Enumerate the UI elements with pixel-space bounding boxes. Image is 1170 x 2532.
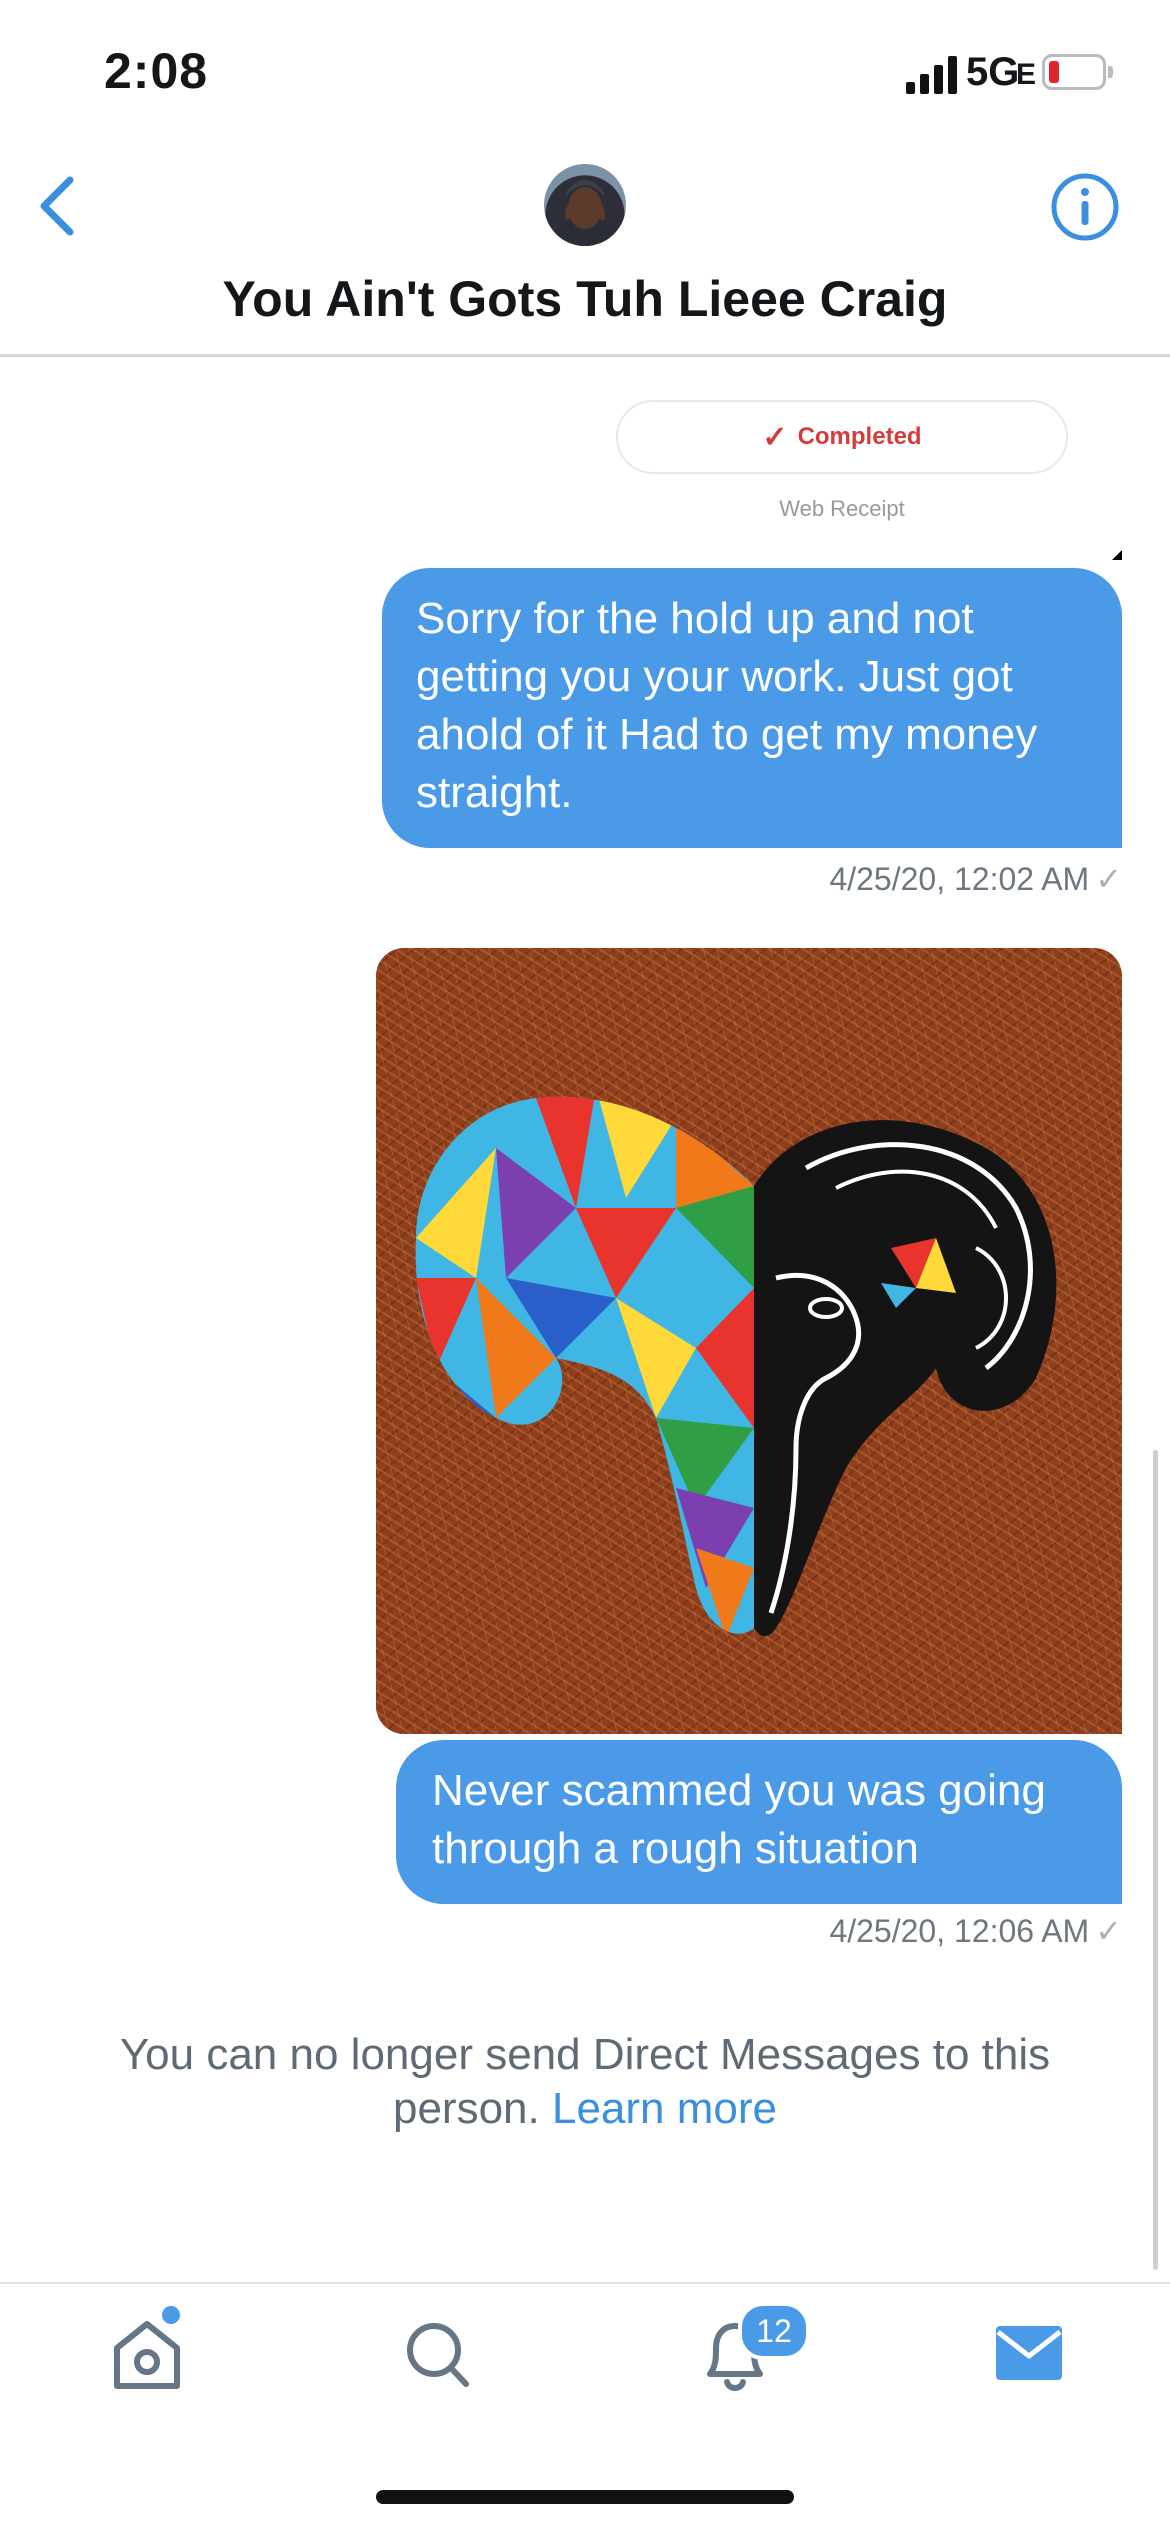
message-timestamp: 4/25/20, 12:02 AM ✓ xyxy=(600,860,1122,898)
status-time: 2:08 xyxy=(104,43,209,99)
receipt-status: Completed xyxy=(797,423,922,450)
conversation-title: You Ain't Gots Tuh Lieee Craig xyxy=(222,271,948,327)
tab-messages[interactable] xyxy=(974,2306,1084,2402)
info-icon[interactable] xyxy=(1050,172,1120,242)
avatar[interactable] xyxy=(544,164,626,246)
ram-head-painting xyxy=(415,1096,1057,1637)
search-icon xyxy=(407,2323,469,2387)
network-suffix: E xyxy=(1016,58,1037,91)
dm-restricted-notice: You can no longer send Direct Messages t… xyxy=(70,2028,1100,2136)
chevron-left-icon[interactable] xyxy=(28,168,88,244)
learn-more-link[interactable]: Learn more xyxy=(552,2084,777,2133)
notifications-badge: 12 xyxy=(738,2302,810,2360)
checkmark-icon: ✓ xyxy=(762,420,788,454)
scrollbar[interactable] xyxy=(1153,1450,1158,2270)
sent-check-icon: ✓ xyxy=(1095,1913,1122,1949)
tab-search[interactable] xyxy=(384,2306,494,2402)
sent-check-icon: ✓ xyxy=(1095,861,1122,897)
network-label: 5G xyxy=(966,50,1020,94)
receipt-label: Web Receipt xyxy=(779,496,905,521)
tab-home[interactable] xyxy=(92,2306,202,2402)
message-image[interactable] xyxy=(376,948,1122,1734)
home-new-dot xyxy=(162,2306,180,2324)
message-bubble[interactable]: Never scammed you was going through a ro… xyxy=(396,1740,1122,1904)
header-divider xyxy=(0,354,1170,357)
timestamp-text: 4/25/20, 12:02 AM xyxy=(829,861,1090,897)
message-timestamp: 4/25/20, 12:06 AM ✓ xyxy=(600,1912,1122,1950)
timestamp-text: 4/25/20, 12:06 AM xyxy=(829,1913,1090,1949)
mail-icon xyxy=(996,2326,1062,2380)
home-icon xyxy=(114,2321,180,2389)
home-indicator[interactable] xyxy=(376,2490,794,2504)
receipt-card[interactable]: ✓ Completed xyxy=(616,400,1068,474)
tab-bar-divider xyxy=(0,2282,1170,2284)
message-corner-mark xyxy=(1112,550,1122,560)
message-bubble[interactable]: Sorry for the hold up and not getting yo… xyxy=(382,568,1122,848)
battery-tip xyxy=(1108,66,1113,78)
battery-icon xyxy=(1042,54,1106,90)
signal-icon xyxy=(906,56,957,94)
